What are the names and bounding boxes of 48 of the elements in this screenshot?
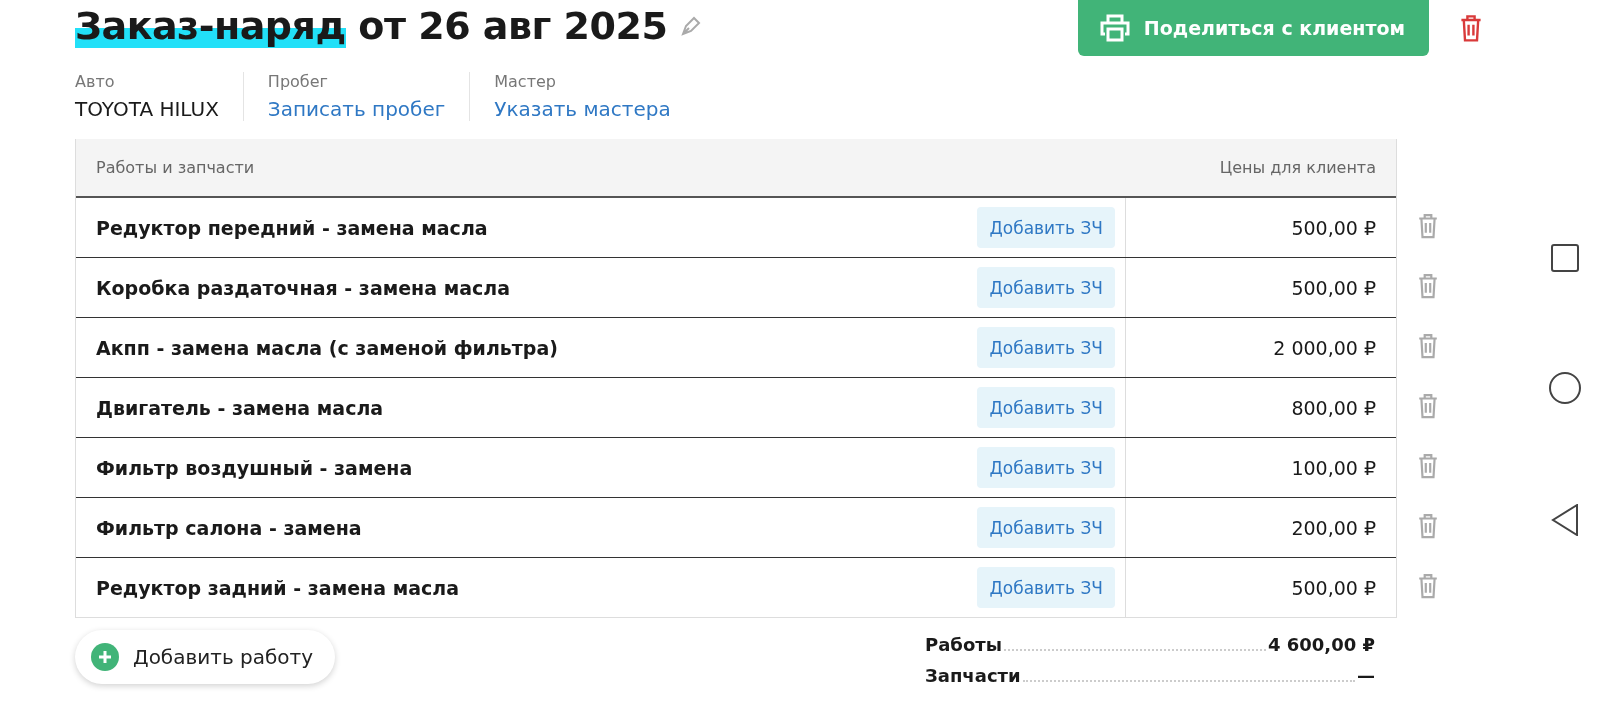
price-cell: 2 000,00 ₽ <box>1125 318 1396 377</box>
add-part-button[interactable]: Добавить ЗЧ <box>977 207 1115 248</box>
price-cell: 200,00 ₽ <box>1125 498 1396 557</box>
total-value: 4 600,00 ₽ <box>1267 634 1375 655</box>
trash-icon[interactable] <box>1417 392 1439 420</box>
add-work-button[interactable]: Добавить работу <box>75 630 336 684</box>
field-label: Авто <box>75 72 116 91</box>
trash-icon[interactable] <box>1417 212 1439 240</box>
work-name: Двигатель - замена масла <box>95 396 385 419</box>
work-name: Фильтр воздушный - замена <box>95 456 414 479</box>
add-part-button[interactable]: Добавить ЗЧ <box>977 387 1115 428</box>
share-button[interactable]: Поделиться с клиентом <box>1077 0 1429 56</box>
work-name: Редуктор передний - замена масла <box>95 216 489 239</box>
total-label: Запчасти <box>925 665 1021 686</box>
printer-icon <box>1099 14 1130 42</box>
work-name: Редуктор задний - замена масла <box>95 576 460 599</box>
field-link[interactable]: Записать пробег <box>267 97 446 121</box>
add-part-button[interactable]: Добавить ЗЧ <box>977 327 1115 368</box>
price-cell: 500,00 ₽ <box>1125 258 1396 317</box>
trash-icon[interactable] <box>1417 512 1439 540</box>
field-link[interactable]: Указать мастера <box>494 97 671 121</box>
plus-icon <box>91 643 119 671</box>
work-name: Фильтр салона - замена <box>95 516 363 539</box>
work-name: Коробка раздаточная - замена масла <box>95 276 512 299</box>
field-label: Мастер <box>494 72 557 91</box>
field-value: TOYOTA HILUX <box>75 97 219 121</box>
trash-icon[interactable] <box>1417 572 1439 600</box>
price-cell: 100,00 ₽ <box>1125 438 1396 497</box>
column-header: Цены для клиента <box>1219 158 1376 177</box>
add-part-button[interactable]: Добавить ЗЧ <box>977 507 1115 548</box>
total-value: — <box>1357 665 1375 686</box>
total-label: Работы <box>925 634 1002 655</box>
add-part-button[interactable]: Добавить ЗЧ <box>977 567 1115 608</box>
trash-icon[interactable] <box>1417 272 1439 300</box>
back-icon[interactable] <box>1551 504 1579 536</box>
trash-icon[interactable] <box>1459 13 1483 43</box>
work-name: Акпп - замена масла (с заменой фильтра) <box>95 336 559 359</box>
trash-icon[interactable] <box>1417 332 1439 360</box>
add-part-button[interactable]: Добавить ЗЧ <box>977 447 1115 488</box>
circle-icon[interactable] <box>1549 372 1581 404</box>
add-part-button[interactable]: Добавить ЗЧ <box>977 267 1115 308</box>
field-label: Пробег <box>267 72 329 91</box>
square-icon[interactable] <box>1551 244 1579 272</box>
price-cell: 800,00 ₽ <box>1125 378 1396 437</box>
price-cell: 500,00 ₽ <box>1125 198 1396 257</box>
trash-icon[interactable] <box>1417 452 1439 480</box>
price-cell: 500,00 ₽ <box>1125 558 1396 617</box>
column-header: Работы и запчасти <box>96 158 255 177</box>
